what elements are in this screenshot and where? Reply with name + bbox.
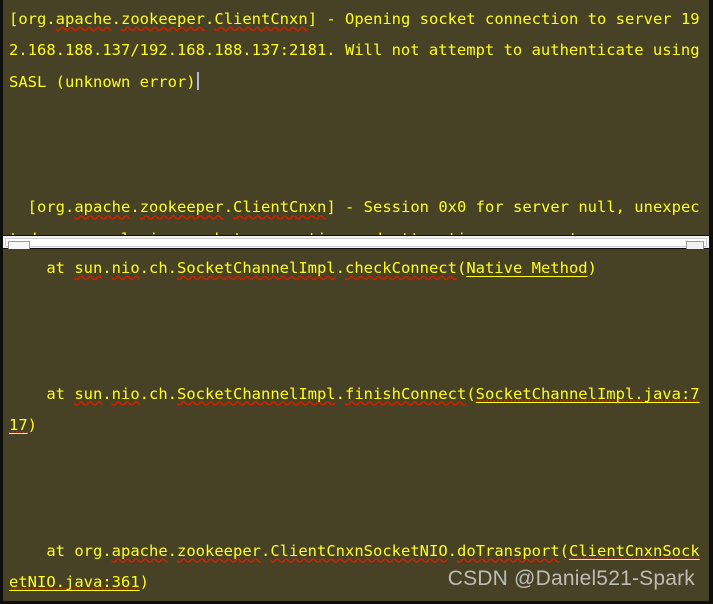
log-text-segment: apache [55, 10, 112, 28]
console-output-pane-top[interactable]: [org.apache.zookeeper.ClientCnxn] - Open… [3, 0, 709, 235]
log-text-segment: at [9, 384, 75, 403]
line-opening-socket: [org.apache.zookeeper.ClientCnxn] - Open… [9, 4, 707, 98]
log-text-segment: [org. [9, 198, 75, 217]
log-text-segment: finishConnect [344, 384, 467, 403]
log-text-segment: .ch. [139, 384, 177, 403]
log-text-segment: doTransport [457, 541, 560, 560]
log-text-segment: . [335, 259, 345, 277]
pane-splitter-divider[interactable] [3, 235, 709, 250]
log-text-segment: . [335, 384, 345, 403]
log-text-segment: ClientCnxnSocketNIO [270, 541, 448, 560]
log-text-segment: ( [456, 259, 467, 277]
log-text-segment: . [102, 384, 112, 403]
log-text-segment: at [9, 259, 75, 277]
line-stack-dotransport: at org.apache.zookeeper.ClientCnxnSocket… [9, 536, 707, 599]
line-blank-3 [9, 316, 707, 347]
line-blank-1 [9, 130, 707, 161]
log-text-segment: zookeeper [121, 10, 206, 28]
log-text-segment: nio [111, 259, 140, 277]
log-text-segment: . [223, 198, 234, 217]
log-text-segment: . [205, 10, 215, 28]
console-window: [org.apache.zookeeper.ClientCnxn] - Open… [0, 0, 713, 604]
log-text-segment: SocketChannelImpl [177, 259, 336, 277]
log-text-segment: apache [74, 198, 131, 217]
log-text-segment: . [102, 259, 112, 277]
log-text-segment: . [261, 541, 271, 560]
line-stack-finishconnect: at sun.nio.ch.SocketChannelImpl.finishCo… [9, 379, 707, 442]
log-text-segment: zookeeper [177, 541, 261, 560]
text-caret [196, 71, 199, 90]
log-text-segment: ClientCnxn [233, 198, 327, 217]
log-text-segment: zookeeper [139, 198, 224, 217]
log-text-segment: . [167, 541, 177, 560]
log-text-segment: ) [139, 573, 149, 592]
log-text-segment: ) [587, 259, 597, 277]
horizontal-scrollbar-track[interactable] [5, 238, 707, 250]
log-text-segment: checkConnect [344, 259, 457, 277]
log-text-segment: ) [27, 416, 38, 435]
log-text-segment: at org. [9, 541, 112, 560]
log-text-segment: . [130, 198, 140, 217]
log-text-segment: . [447, 541, 457, 560]
log-text-segment: SocketChannelImpl [177, 384, 336, 403]
stack-trace-link[interactable]: Native Method [466, 259, 587, 277]
log-text-segment: sun [74, 384, 103, 403]
log-text-segment: sun [74, 259, 103, 277]
console-output-pane-bottom[interactable]: at sun.nio.ch.SocketChannelImpl.checkCon… [3, 249, 709, 601]
log-text-segment: .ch. [139, 259, 177, 277]
line-session-unexpected-error: [org.apache.zookeeper.ClientCnxn] - Sess… [9, 192, 707, 235]
log-text-segment: . [111, 10, 122, 28]
log-text-segment: ( [466, 384, 476, 403]
log-text-segment: nio [111, 384, 140, 403]
line-stack-checkconnect: at sun.nio.ch.SocketChannelImpl.checkCon… [9, 253, 707, 284]
log-text-segment: ( [559, 541, 569, 560]
log-text-segment: ClientCnxn [214, 10, 308, 28]
line-blank-4 [9, 473, 707, 504]
log-text-segment: apache [111, 541, 168, 560]
log-text-segment: [org. [9, 10, 56, 28]
